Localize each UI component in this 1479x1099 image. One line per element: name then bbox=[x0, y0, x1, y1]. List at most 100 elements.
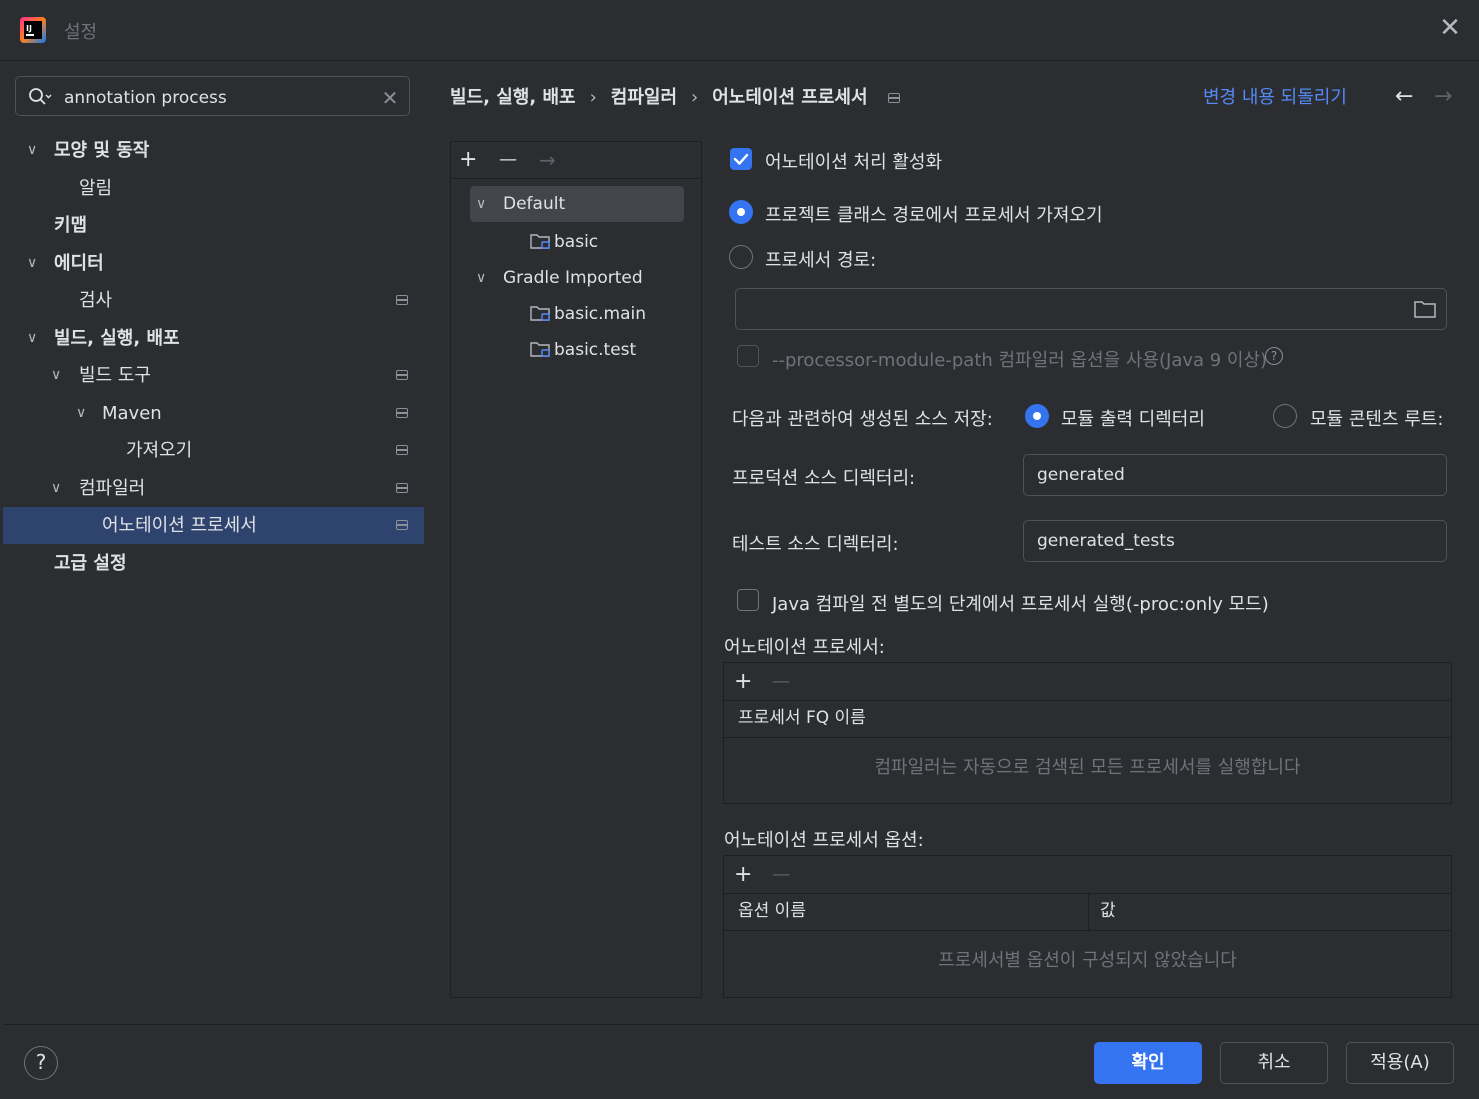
sidebar-item-label: Maven bbox=[102, 403, 162, 424]
enable-annotation-processing-label: 어노테이션 처리 활성화 bbox=[765, 152, 943, 173]
modified-icon bbox=[396, 295, 408, 305]
browse-folder-icon[interactable] bbox=[1414, 300, 1436, 318]
sidebar-item-build-tools[interactable]: ∨ 빌드 도구 bbox=[3, 357, 424, 394]
sidebar-item-annotation-processors[interactable]: 어노테이션 프로세서 bbox=[3, 507, 424, 544]
sidebar-item-compiler[interactable]: ∨ 컴파일러 bbox=[3, 470, 424, 507]
add-processor-button[interactable]: + bbox=[734, 663, 752, 700]
test-sources-directory-label: 테스트 소스 디렉터리: bbox=[732, 534, 899, 555]
sidebar-item-inspections[interactable]: 검사 bbox=[3, 282, 424, 319]
annotation-processors-title: 어노테이션 프로세서: bbox=[724, 637, 885, 658]
chevron-down-icon[interactable]: ∨ bbox=[476, 186, 486, 222]
title-bar bbox=[0, 0, 1479, 61]
profile-label: Default bbox=[503, 194, 566, 214]
modified-icon bbox=[396, 408, 408, 418]
help-icon[interactable]: ? bbox=[1265, 347, 1283, 365]
chevron-down-icon[interactable]: ∨ bbox=[76, 395, 92, 432]
proc-only-checkbox[interactable] bbox=[737, 589, 759, 611]
store-generated-sources-label: 다음과 관련하여 생성된 소스 저장: bbox=[732, 409, 993, 430]
test-sources-directory-value: generated_tests bbox=[1037, 531, 1175, 551]
module-folder-icon bbox=[530, 342, 550, 357]
module-output-directory-radio[interactable] bbox=[1025, 404, 1049, 428]
search-icon[interactable] bbox=[28, 87, 52, 107]
intellij-logo-icon: IJ bbox=[20, 17, 46, 43]
apply-button[interactable]: 적용(A) bbox=[1346, 1042, 1454, 1084]
chevron-down-icon[interactable]: ∨ bbox=[51, 357, 67, 394]
option-name-column[interactable]: 옵션 이름 bbox=[738, 893, 806, 930]
profile-item-gradle-imported[interactable]: ∨ Gradle Imported bbox=[470, 260, 684, 296]
sidebar-item-label: 알림 bbox=[79, 178, 113, 199]
move-to-profile-button[interactable]: → bbox=[539, 142, 556, 178]
sidebar-item-keymap[interactable]: 키맵 bbox=[3, 207, 424, 244]
processor-from-classpath-radio[interactable] bbox=[729, 200, 753, 224]
module-folder-icon bbox=[530, 306, 550, 321]
breadcrumb: 빌드, 실행, 배포 › 컴파일러 › 어노테이션 프로세서 bbox=[450, 83, 900, 111]
profile-label: basic.main bbox=[554, 304, 647, 324]
profile-module-basic-test[interactable]: basic.test bbox=[530, 332, 636, 368]
footer-divider bbox=[3, 1024, 1479, 1025]
module-content-root-radio[interactable] bbox=[1273, 404, 1297, 428]
forward-arrow-icon[interactable]: → bbox=[1434, 84, 1452, 109]
option-value-column[interactable]: 값 bbox=[1100, 893, 1116, 930]
enable-annotation-processing-checkbox[interactable] bbox=[730, 148, 752, 170]
search-input[interactable] bbox=[64, 86, 364, 110]
remove-profile-button[interactable]: — bbox=[499, 142, 517, 178]
clear-search-icon[interactable]: ✕ bbox=[378, 86, 402, 110]
empty-table-text: 프로세서별 옵션이 구성되지 않았습니다 bbox=[938, 950, 1237, 971]
add-option-button[interactable]: + bbox=[734, 856, 752, 893]
processor-path-field[interactable] bbox=[735, 288, 1447, 330]
back-arrow-icon[interactable]: ← bbox=[1395, 84, 1413, 109]
chevron-down-icon[interactable]: ∨ bbox=[27, 132, 43, 169]
add-profile-button[interactable]: + bbox=[459, 142, 477, 178]
sidebar-item-maven[interactable]: ∨ Maven bbox=[3, 395, 424, 432]
sidebar-item-label: 에디터 bbox=[54, 253, 104, 274]
chevron-down-icon[interactable]: ∨ bbox=[27, 320, 43, 357]
sidebar-item-label: 빌드 도구 bbox=[79, 365, 151, 386]
profile-module-basic[interactable]: basic bbox=[530, 224, 598, 260]
remove-option-button[interactable]: — bbox=[772, 856, 790, 893]
sidebar-item-editor[interactable]: ∨ 에디터 bbox=[3, 245, 424, 282]
ok-button[interactable]: 확인 bbox=[1094, 1042, 1202, 1084]
proc-only-label: Java 컴파일 전 별도의 단계에서 프로세서 실행(-proc:only 모… bbox=[772, 594, 1269, 615]
modified-icon bbox=[396, 520, 408, 530]
test-sources-directory-field[interactable]: generated_tests bbox=[1023, 520, 1447, 562]
annotation-processor-options-title: 어노테이션 프로세서 옵션: bbox=[724, 830, 924, 851]
sidebar-item-appearance[interactable]: ∨ 모양 및 동작 bbox=[3, 132, 424, 169]
production-sources-directory-field[interactable]: generated bbox=[1023, 454, 1447, 496]
processor-path-label: 프로세서 경로: bbox=[765, 250, 877, 271]
profile-module-basic-main[interactable]: basic.main bbox=[530, 296, 646, 332]
breadcrumb-item: 어노테이션 프로세서 bbox=[712, 87, 868, 108]
chevron-down-icon[interactable]: ∨ bbox=[476, 260, 486, 296]
processor-path-radio[interactable] bbox=[729, 245, 753, 269]
processor-fq-name-column[interactable]: 프로세서 FQ 이름 bbox=[738, 700, 866, 737]
cancel-button[interactable]: 취소 bbox=[1220, 1042, 1328, 1084]
production-sources-directory-label: 프로덕션 소스 디렉터리: bbox=[732, 468, 916, 489]
column-divider bbox=[1088, 893, 1089, 930]
breadcrumb-item[interactable]: 빌드, 실행, 배포 bbox=[450, 87, 576, 108]
breadcrumb-item[interactable]: 컴파일러 bbox=[611, 87, 677, 108]
sidebar-item-label: 컴파일러 bbox=[79, 478, 146, 499]
sidebar-item-notifications[interactable]: 알림 bbox=[3, 170, 424, 207]
module-content-root-label: 모듈 콘텐츠 루트: bbox=[1310, 409, 1444, 430]
sidebar-item-importing[interactable]: 가져오기 bbox=[3, 432, 424, 469]
close-icon[interactable]: ✕ bbox=[1436, 14, 1464, 42]
sidebar-item-label: 모양 및 동작 bbox=[54, 140, 150, 161]
processor-from-classpath-label: 프로젝트 클래스 경로에서 프로세서 가져오기 bbox=[765, 205, 1103, 226]
modified-icon bbox=[887, 93, 900, 103]
window-title: 설정 bbox=[64, 22, 98, 43]
breadcrumb-separator: › bbox=[589, 87, 597, 108]
chevron-down-icon[interactable]: ∨ bbox=[27, 245, 43, 282]
remove-processor-button[interactable]: — bbox=[772, 663, 790, 700]
modified-icon bbox=[396, 370, 408, 380]
profile-item-default[interactable]: ∨ Default bbox=[470, 186, 684, 222]
chevron-down-icon[interactable]: ∨ bbox=[51, 470, 67, 507]
help-button[interactable]: ? bbox=[24, 1046, 58, 1080]
annotation-processor-options-table: + — 옵션 이름 값 프로세서별 옵션이 구성되지 않았습니다 bbox=[723, 855, 1452, 998]
sidebar-item-build-execution-deployment[interactable]: ∨ 빌드, 실행, 배포 bbox=[3, 320, 424, 357]
sidebar-item-label: 검사 bbox=[79, 290, 113, 311]
profile-label: Gradle Imported bbox=[503, 268, 643, 288]
modified-icon bbox=[396, 483, 408, 493]
processor-module-path-checkbox[interactable] bbox=[737, 345, 759, 367]
sidebar-item-advanced-settings[interactable]: 고급 설정 bbox=[3, 545, 424, 582]
table-header: 옵션 이름 값 bbox=[724, 893, 1451, 931]
reset-link[interactable]: 변경 내용 되돌리기 bbox=[1203, 83, 1347, 109]
